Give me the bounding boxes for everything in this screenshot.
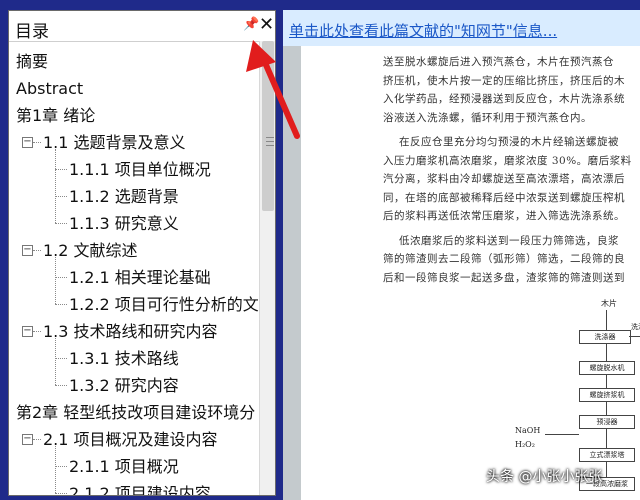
document-line: 后的浆料再送低浓常压磨浆，进入筛选洗涤系统。 [383,210,625,222]
tree-connector [55,466,67,467]
page-gutter [283,46,301,500]
tree-connector [55,196,67,197]
document-line: 低浓磨浆后的浆料送到一段压力筛筛选，良浆 [399,234,619,247]
toc-item[interactable]: 1.1.2 选题背景 [69,183,179,210]
toc-tree: 摘要 Abstract 第1章 绪论 1.1 选题背景及意义 −1.1.1 项目单位概况… [9,41,259,495]
document-line: 入压力磨浆机高浓磨浆，磨浆浓度 30%。磨后浆料 [383,154,632,167]
tree-connector [55,169,67,170]
document-viewer: 单击此处查看此篇文献的"知网节"信息... 送至脱水螺旋后进入预汽蒸仓，木片在预… [283,10,640,500]
flow-connector [606,401,607,415]
close-icon[interactable]: ✕ [259,14,274,35]
grip-line [266,137,274,138]
toc-item[interactable]: 2.1 项目概况及建设内容 [43,426,218,453]
flow-box: 螺旋挤浆机 [579,388,635,402]
toc-item[interactable]: 1.2.1 相关理论基础 [69,264,211,291]
flow-connector [606,343,607,361]
flow-connector [606,374,607,388]
document-line: 送至脱水螺旋后进入预汽蒸仓，木片在预汽蒸仓 [383,56,614,68]
pin-icon[interactable]: 📌 [243,17,259,32]
tree-connector [55,338,56,385]
tree-connector [55,257,56,304]
document-line: 入化学药品，经预浸器送到反应仓，木片洗涤系统 [383,93,625,105]
flow-chem-label: NaOH [515,426,541,435]
toc-item[interactable]: 1.3 技术路线和研究内容 [43,318,218,345]
toc-scrollbar[interactable] [259,41,275,495]
toc-item[interactable]: 1.2 文献综述 [43,237,138,264]
grip-line [266,141,274,142]
document-line: 在反应仓里充分均匀预浸的木片经输送螺旋被 [399,136,619,148]
tree-connector [55,149,56,223]
watermark: 头条 @小张小张张 [486,469,603,485]
toc-panel: 目录 📌 ✕ 摘要 Abstract 第1章 绪论 1.1 选题背景及意义 −1.1.1… [8,10,276,496]
tree-connector [33,142,41,143]
toc-item[interactable]: 2.1.1 项目概况 [69,453,179,480]
toc-item[interactable]: 1.1 选题背景及意义 [43,129,186,156]
toc-item[interactable]: 1.3.2 研究内容 [69,372,179,399]
toc-item[interactable]: 1.1.1 项目单位概况 [69,156,211,183]
document-line: 挤压机，使木片按一定的压缩比挤压，挤压后的木 [383,74,625,87]
collapse-toggle-icon[interactable]: − [22,434,33,445]
tree-connector [55,385,67,386]
document-line: 浴液送入洗涤螺，循环利用于预汽蒸仓内。 [383,111,592,124]
tree-connector [55,493,67,494]
flow-connector [606,461,607,477]
toc-title: 目录 [15,22,49,42]
toc-item[interactable]: 1.1.3 研究意义 [69,210,179,237]
tree-connector [33,331,41,332]
flow-chem-label: H₂O₂ [515,440,535,449]
collapse-toggle-icon[interactable]: − [22,137,33,148]
document-line: 同，在塔的底部被稀释后经中浓泵送到螺旋压榨机 [383,191,625,204]
flow-connector [606,428,607,448]
flow-connector [629,336,640,337]
flow-box: 预浸器 [579,415,635,429]
flow-connector [545,434,579,435]
scrollbar-thumb[interactable] [262,41,274,211]
document-line: 汽分离，浆料由冷却螺旋送至高浓漂塔，高浓漂后 [383,173,625,185]
flow-side-label: 洗涤 [631,323,640,331]
grip-line [266,145,274,146]
flow-box: 立式漂浆塔 [579,448,635,462]
toc-item[interactable]: 第2章 轻型纸技改项目建设环境分 [16,399,255,426]
toc-item[interactable]: Abstract [16,75,83,102]
tree-connector [55,304,67,305]
flow-connector [606,310,607,330]
document-page: 送至脱水螺旋后进入预汽蒸仓，木片在预汽蒸仓 挤压机，使木片按一定的压缩比挤压，挤压… [301,46,640,500]
collapse-toggle-icon[interactable]: − [22,245,33,256]
toc-item[interactable]: 摘要 [16,48,48,75]
toc-item[interactable]: 1.3.1 技术路线 [69,345,179,372]
tree-connector [55,223,67,224]
flow-box: 螺旋脱水机 [579,361,635,375]
tree-connector [55,277,67,278]
tree-connector [55,446,56,493]
flow-box: 洗涤器 [579,330,631,344]
toc-item[interactable]: 1.2.2 项目可行性分析的文 [69,291,259,318]
tree-connector [33,250,41,251]
toc-header: 目录 📌 ✕ [9,11,275,42]
cnki-node-link[interactable]: 单击此处查看此篇文献的"知网节"信息... [289,20,557,41]
toc-item[interactable]: 2.1.2 项目建设内容 [69,480,211,495]
collapse-toggle-icon[interactable]: − [22,326,33,337]
flow-top-label: 木片 [601,299,617,308]
document-line: 筛的筛渣则去二段筛（弧形筛）筛选，二段筛的良 [383,253,625,265]
tree-connector [55,358,67,359]
document-line: 后和一段筛良浆一起送多盘，渣浆筛的筛渣则送到 [383,271,625,284]
cnki-banner: 单击此处查看此篇文献的"知网节"信息... [283,10,640,46]
tree-connector [33,439,41,440]
app-window: 目录 📌 ✕ 摘要 Abstract 第1章 绪论 1.1 选题背景及意义 −1.1.1… [0,0,640,500]
toc-item[interactable]: 第1章 绪论 [16,102,95,129]
